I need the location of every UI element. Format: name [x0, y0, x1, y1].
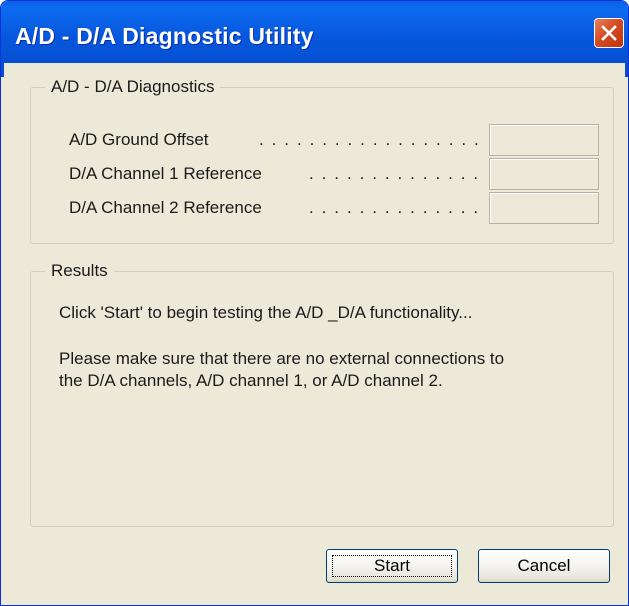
close-button[interactable]: [594, 18, 624, 48]
cancel-button[interactable]: Cancel: [478, 549, 610, 583]
results-instruction-text: Click 'Start' to begin testing the A/D _…: [59, 303, 473, 322]
da-channel-2-reference-label: D/A Channel 2 Reference: [69, 198, 262, 217]
da-channel-1-reference-field: [489, 158, 599, 190]
ad-ground-offset-label: A/D Ground Offset: [69, 130, 209, 149]
diagnostics-groupbox: A/D - D/A Diagnostics A/D Ground Offset …: [30, 77, 614, 244]
cancel-button-label: Cancel: [517, 556, 571, 575]
da-channel-2-reference-row: D/A Channel 2 Reference . . . . . . . . …: [69, 192, 599, 224]
dialog-client-area: A/D - D/A Diagnostics A/D Ground Offset …: [4, 63, 625, 602]
results-group-title: Results: [45, 261, 114, 281]
da-channel-1-reference-label: D/A Channel 1 Reference: [69, 164, 262, 183]
results-warning-text-line-1: Please make sure that there are no exter…: [59, 349, 505, 368]
ad-ground-offset-leader-dots: . . . . . . . . . . . . . . . . . . . . …: [259, 130, 487, 149]
start-button[interactable]: Start: [326, 549, 458, 583]
ad-ground-offset-row: A/D Ground Offset . . . . . . . . . . . …: [69, 124, 599, 156]
da-channel-1-reference-leader-dots: . . . . . . . . . . . . . . .: [309, 164, 487, 183]
da-channel-1-reference-row: D/A Channel 1 Reference . . . . . . . . …: [69, 158, 599, 190]
results-warning-text-line-2: the D/A channels, A/D channel 1, or A/D …: [59, 371, 443, 390]
results-groupbox: Results Click 'Start' to begin testing t…: [30, 261, 614, 527]
start-button-label: Start: [374, 556, 410, 575]
diagnostics-group-title: A/D - D/A Diagnostics: [45, 77, 221, 97]
da-channel-2-reference-field: [489, 192, 599, 224]
ad-ground-offset-field: [489, 124, 599, 156]
da-channel-2-reference-leader-dots: . . . . . . . . . . . . . . .: [309, 198, 487, 217]
window-title: A/D - D/A Diagnostic Utility: [15, 23, 314, 49]
close-icon: [601, 25, 617, 41]
dialog-window: A/D - D/A Diagnostic Utility A/D - D/A D…: [0, 0, 629, 606]
